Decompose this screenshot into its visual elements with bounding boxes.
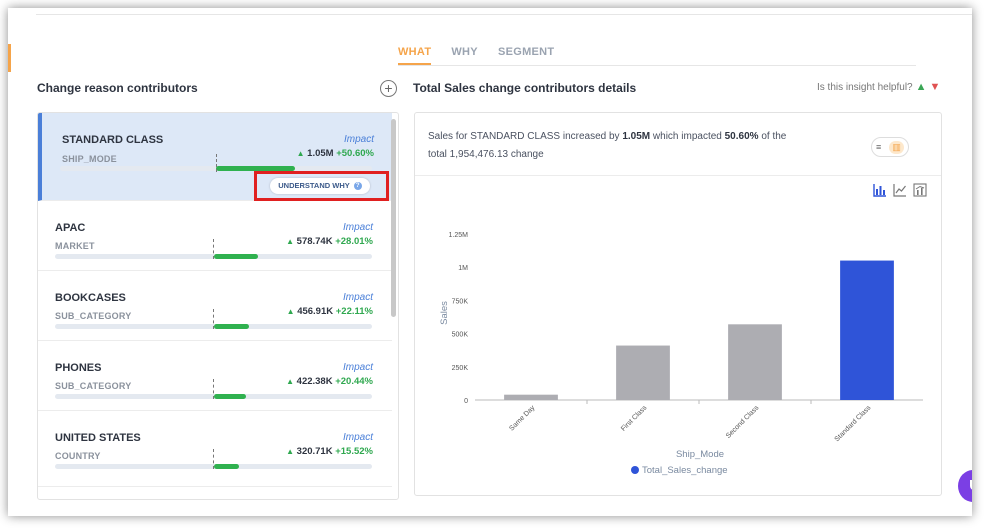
- contributor-dimension: SHIP_MODE: [62, 154, 117, 164]
- bar-first-class[interactable]: [616, 345, 670, 400]
- contributor-title: APAC: [55, 222, 86, 234]
- contributor-dimension: SUB_CATEGORY: [55, 381, 132, 391]
- contributor-card-united-states[interactable]: UNITED STATES COUNTRY Impact ▲ 320.71K +…: [38, 411, 392, 487]
- impact-percent: +28.01%: [335, 236, 373, 247]
- x-tick-label: Second Class: [725, 404, 761, 440]
- impact-label: Impact: [342, 432, 373, 443]
- impact-percent: +22.11%: [335, 306, 373, 317]
- contributor-title: UNITED STATES: [55, 432, 141, 444]
- baseline-marker: [213, 449, 214, 469]
- contributor-card-phones[interactable]: PHONES SUB_CATEGORY Impact ▲ 422.38K +20…: [38, 341, 392, 411]
- impact-percent: +15.52%: [335, 446, 373, 457]
- impact-bar-fill: [216, 166, 295, 171]
- x-axis-title: Ship_Mode: [676, 449, 724, 460]
- impact-percent: +20.44%: [335, 376, 373, 387]
- up-arrow-icon: ▲: [286, 377, 295, 386]
- impact-label: Impact: [343, 134, 374, 145]
- help-icon: ?: [353, 182, 362, 190]
- plus-circle-icon[interactable]: +: [380, 80, 397, 97]
- contributors-list[interactable]: STANDARD CLASS SHIP_MODE Impact ▲ 1.05M …: [37, 112, 399, 500]
- impact-amount: 456.91K: [297, 306, 334, 317]
- impact-values: ▲ 1.05M +50.60%: [272, 148, 374, 159]
- sales-bar-chart: 0 250K 500K 750K 1M 1.25M Same Day First Class…: [439, 232, 923, 476]
- baseline-marker: [213, 379, 214, 399]
- bar-same-day[interactable]: [504, 394, 558, 400]
- up-arrow-icon: ▲: [286, 447, 295, 456]
- helpful-prompt: Is this insight helpful?: [817, 81, 913, 93]
- contributor-title: BOOKCASES: [55, 292, 126, 304]
- chat-icon: [970, 480, 972, 490]
- tab-why[interactable]: WHY: [451, 46, 478, 65]
- impact-label: Impact: [342, 292, 373, 303]
- chat-launcher-button[interactable]: [958, 470, 972, 502]
- impact-bar-fill: [214, 324, 249, 329]
- top-divider: [36, 14, 972, 15]
- bar-standard-class[interactable]: [840, 260, 894, 400]
- impact-bar-fill: [214, 464, 239, 469]
- impact-amount: 578.74K: [296, 236, 333, 247]
- impact-label: Impact: [342, 222, 373, 233]
- impact-bar-fill: [214, 394, 246, 399]
- up-arrow-icon: ▲: [286, 237, 295, 246]
- thumb-up-icon[interactable]: ▲: [916, 81, 927, 93]
- impact-values: ▲ 422.38K +20.44%: [271, 376, 373, 387]
- tab-segment[interactable]: SEGMENT: [498, 46, 555, 65]
- impact-percent: +50.60%: [336, 148, 374, 159]
- contributor-card-apac[interactable]: APAC MARKET Impact ▲ 578.74K +28.01%: [38, 201, 392, 271]
- impact-values: ▲ 456.91K +22.11%: [271, 306, 373, 317]
- left-panel-title: Change reason contributors: [37, 81, 198, 95]
- bar-second-class[interactable]: [728, 324, 782, 400]
- understand-why-button[interactable]: UNDERSTAND WHY?: [270, 178, 370, 194]
- y-tick-label: 1.25M: [449, 232, 469, 239]
- impact-label: Impact: [342, 362, 373, 373]
- up-arrow-icon: ▲: [286, 307, 295, 316]
- x-tick-label: Standard Class: [834, 404, 873, 443]
- right-panel-title: Total Sales change contributors details: [413, 81, 637, 95]
- detail-panel: Sales for STANDARD CLASS increased by 1.…: [414, 112, 942, 496]
- up-arrow-icon: ▲: [296, 149, 305, 158]
- impact-values: ▲ 578.74K +28.01%: [271, 236, 373, 247]
- contributor-dimension: MARKET: [55, 241, 95, 251]
- insight-feedback: Is this insight helpful? ▲ ▼: [817, 81, 940, 93]
- impact-bar-fill: [214, 254, 258, 259]
- y-tick-label: 500K: [452, 332, 469, 339]
- baseline-marker: [216, 154, 217, 172]
- impact-amount: 422.38K: [296, 376, 333, 387]
- contributor-dimension: SUB_CATEGORY: [55, 311, 132, 321]
- contributor-title: STANDARD CLASS: [62, 134, 164, 146]
- y-tick-label: 1M: [458, 265, 468, 272]
- baseline-marker: [213, 239, 214, 259]
- y-axis-title: Sales: [439, 301, 450, 325]
- left-accent-bar: [8, 44, 11, 72]
- impact-amount: 320.71K: [296, 446, 333, 457]
- y-tick-label: 750K: [452, 298, 469, 305]
- thumb-down-icon[interactable]: ▼: [930, 81, 941, 93]
- baseline-marker: [213, 309, 214, 329]
- legend-label[interactable]: Total_Sales_change: [642, 465, 728, 476]
- impact-values: ▲ 320.71K +15.52%: [271, 446, 373, 457]
- tabs-divider: [398, 65, 916, 66]
- x-tick-label: First Class: [620, 404, 649, 433]
- list-scrollbar[interactable]: [391, 119, 396, 317]
- legend-marker: [631, 466, 639, 474]
- tab-bar: WHAT WHY SEGMENT: [398, 46, 554, 65]
- contributor-card-bookcases[interactable]: BOOKCASES SUB_CATEGORY Impact ▲ 456.91K …: [38, 271, 392, 341]
- tab-what[interactable]: WHAT: [398, 46, 432, 65]
- y-tick-label: 250K: [452, 365, 469, 372]
- contributor-title: PHONES: [55, 362, 102, 374]
- impact-amount: 1.05M: [307, 148, 334, 159]
- y-tick-label: 0: [464, 398, 468, 405]
- x-tick-label: Same Day: [508, 404, 536, 432]
- understand-why-label: UNDERSTAND WHY: [278, 181, 350, 190]
- contributor-dimension: COUNTRY: [55, 451, 101, 461]
- app-frame: WHAT WHY SEGMENT Change reason contribut…: [8, 8, 972, 516]
